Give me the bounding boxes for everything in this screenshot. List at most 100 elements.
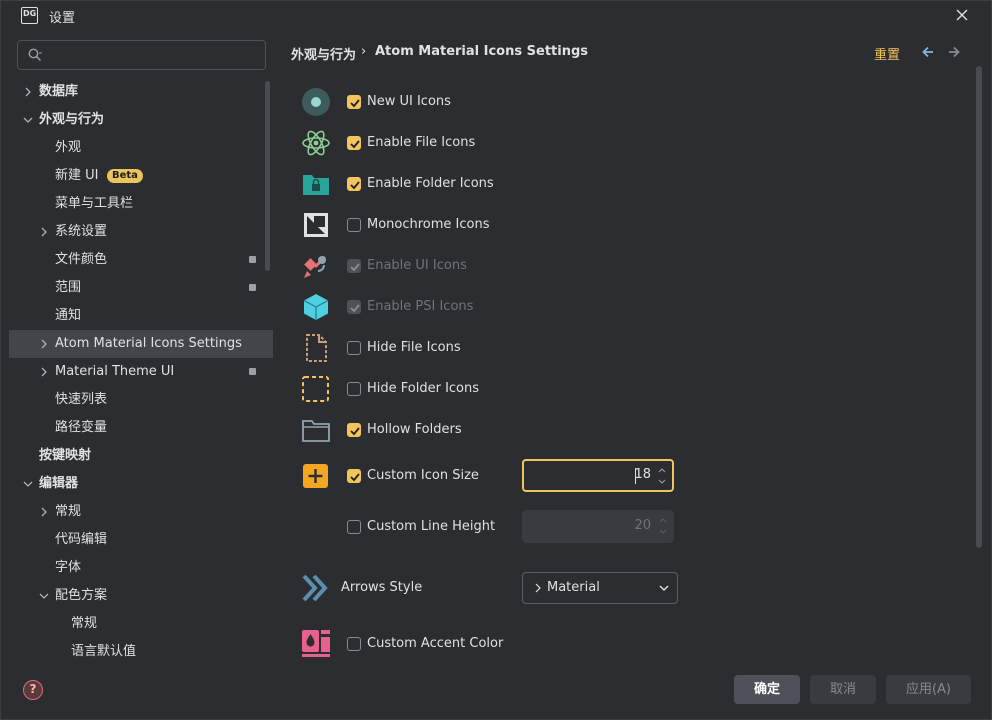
sidebar-item[interactable]: 路径变量	[9, 414, 273, 442]
enable-file-icons-checkbox[interactable]	[347, 136, 361, 150]
sidebar-item[interactable]: 语言默认值	[9, 638, 273, 666]
hide-folder-icons-label: Hide Folder Icons	[367, 381, 480, 396]
sidebar-item-label: 文件颜色	[55, 252, 108, 267]
enable-psi-icons-label: Enable PSI Icons	[367, 299, 474, 314]
check-icon	[350, 304, 360, 313]
check-icon	[350, 263, 360, 272]
window-title: 设置	[49, 11, 76, 26]
project-scope-icon	[249, 368, 256, 375]
search-input[interactable]	[17, 40, 266, 70]
custom-line-height-label: Custom Line Height	[367, 519, 496, 534]
cube-icon	[301, 292, 331, 322]
sidebar-item[interactable]: 数据库	[9, 78, 273, 106]
cancel-button[interactable]: 取消	[810, 675, 876, 704]
check-icon	[350, 140, 360, 149]
check-icon	[350, 181, 360, 190]
sidebar-item[interactable]: 系统设置	[9, 218, 273, 246]
enable-folder-icons-checkbox[interactable]	[347, 177, 361, 191]
reset-link[interactable]: 重置	[874, 44, 900, 63]
breadcrumb-separator: ›	[361, 44, 367, 59]
custom-icon-size-label: Custom Icon Size	[367, 468, 479, 483]
chevron-right-icon[interactable]	[23, 87, 33, 97]
chevron-right-icon[interactable]	[39, 367, 49, 377]
arrows-style-label: Arrows Style	[341, 580, 423, 595]
custom-icon-size-checkbox[interactable]	[347, 469, 361, 483]
help-button[interactable]: ?	[23, 680, 43, 700]
sidebar-item-label: 常规	[71, 616, 98, 631]
enable-ui-icons-label: Enable UI Icons	[367, 258, 467, 273]
custom-accent-color-label: Custom Accent Color	[367, 636, 504, 651]
sidebar-item[interactable]: 快速列表	[9, 386, 273, 414]
sidebar-item-label: Material Theme UI	[55, 364, 175, 379]
sidebar-item-label: 路径变量	[55, 420, 108, 435]
hide-file-icons-checkbox[interactable]	[347, 341, 361, 355]
sidebar-item[interactable]: 常规	[9, 610, 273, 638]
sidebar-item[interactable]: 通知	[9, 302, 273, 330]
close-button[interactable]	[952, 5, 972, 25]
hollow-folder-icon	[301, 415, 331, 445]
search-icon	[28, 48, 42, 62]
chevron-right-icon[interactable]	[39, 339, 49, 349]
sidebar-item[interactable]: Atom Material Icons Settings	[9, 330, 273, 358]
sidebar-item-label: 范围	[55, 280, 82, 295]
chevron-down-icon[interactable]	[39, 591, 49, 601]
sidebar-item[interactable]: Material Theme UI	[9, 358, 273, 386]
ok-button[interactable]: 确定	[734, 675, 800, 704]
monochrome-icon	[301, 210, 331, 240]
sidebar-item[interactable]: 编辑器	[9, 470, 273, 498]
sidebar-item[interactable]: 外观与行为	[9, 106, 273, 134]
sidebar-item-label: 外观	[55, 140, 82, 155]
hide-folder-icons-checkbox[interactable]	[347, 382, 361, 396]
sidebar-item-label: Atom Material Icons Settings	[55, 336, 242, 351]
chevron-right-icon[interactable]	[39, 227, 49, 237]
sidebar-item[interactable]: 新建 UI Beta	[9, 162, 273, 190]
forward-button[interactable]	[947, 45, 961, 59]
accent-color-icon	[301, 629, 331, 659]
sidebar-item[interactable]: 文件颜色	[9, 246, 273, 274]
back-button[interactable]	[921, 45, 935, 59]
custom-icon-size-spinner[interactable]: 18	[522, 459, 674, 492]
custom-line-height-value: 20	[634, 518, 651, 533]
content-scrollbar[interactable]	[976, 66, 982, 548]
sidebar-scrollbar[interactable]	[265, 81, 270, 271]
double-chevron-icon	[301, 573, 331, 603]
sidebar-item-label: 字体	[55, 560, 82, 575]
custom-icon-size-value: 18	[634, 467, 651, 482]
hollow-folders-label: Hollow Folders	[367, 422, 462, 437]
dashed-folder-icon	[301, 374, 331, 404]
breadcrumb-current: Atom Material Icons Settings	[375, 44, 588, 59]
help-icon: ?	[29, 682, 37, 696]
new-ui-icons-checkbox[interactable]	[347, 95, 361, 109]
sidebar-item[interactable]: 代码编辑	[9, 526, 273, 554]
sidebar-item-label: 系统设置	[55, 224, 108, 239]
sidebar-item-label: 按键映射	[39, 448, 92, 463]
sidebar-item[interactable]: 菜单与工具栏	[9, 190, 273, 218]
satellite-icon	[301, 251, 331, 281]
chevron-down-icon[interactable]	[23, 115, 33, 125]
custom-accent-color-checkbox[interactable]	[347, 637, 361, 651]
atom-icon	[301, 128, 331, 158]
sidebar-item[interactable]: 按键映射	[9, 442, 273, 470]
custom-line-height-spinner: 20	[522, 510, 674, 543]
spinner-arrows-icon[interactable]	[658, 466, 666, 486]
sidebar-item[interactable]: 范围	[9, 274, 273, 302]
breadcrumb-parent[interactable]: 外观与行为	[291, 44, 356, 63]
custom-line-height-checkbox[interactable]	[347, 520, 361, 534]
app-logo: DG	[21, 7, 38, 24]
arrows-style-select[interactable]: Material	[522, 572, 678, 604]
chevron-down-icon[interactable]	[23, 479, 33, 489]
enable-ui-icons-checkbox	[347, 259, 361, 273]
hollow-folders-checkbox[interactable]	[347, 423, 361, 437]
sidebar-item[interactable]: 字体	[9, 554, 273, 582]
sidebar-item[interactable]: 配色方案	[9, 582, 273, 610]
spinner-arrows-icon	[659, 518, 667, 534]
monochrome-icons-checkbox[interactable]	[347, 218, 361, 232]
enable-psi-icons-checkbox	[347, 300, 361, 314]
sidebar-item[interactable]: 常规	[9, 498, 273, 526]
arrow-right-icon	[949, 46, 960, 58]
sidebar-item-label: 通知	[55, 308, 82, 323]
sidebar-item[interactable]: 外观	[9, 134, 273, 162]
title-bar: DG 设置	[1, 1, 991, 31]
apply-button[interactable]: 应用(A)	[886, 675, 971, 704]
chevron-right-icon[interactable]	[39, 507, 49, 517]
